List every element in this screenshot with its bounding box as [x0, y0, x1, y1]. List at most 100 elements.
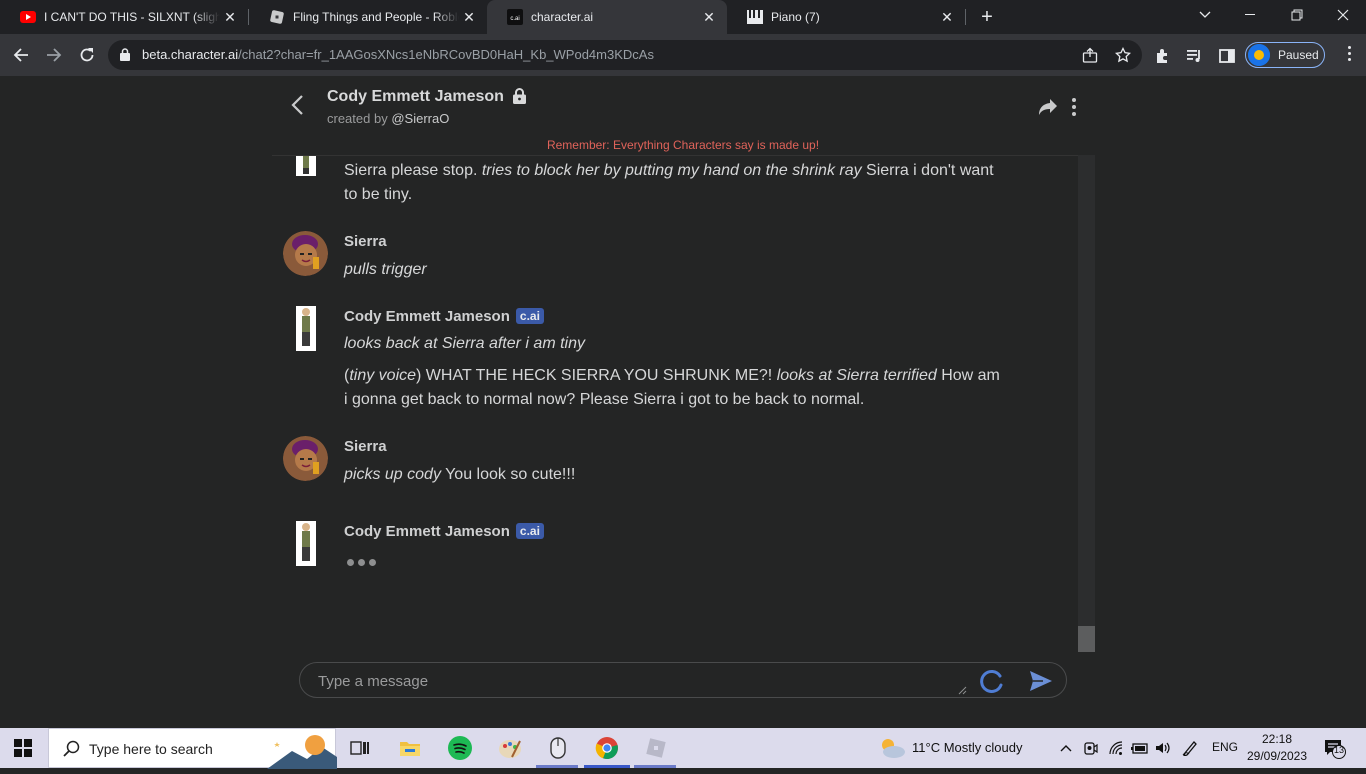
- share-icon[interactable]: [1038, 98, 1058, 116]
- more-options-icon[interactable]: [1071, 98, 1077, 116]
- action-text: picks up cody: [344, 466, 441, 483]
- url-text[interactable]: beta.character.ai/chat2?char=fr_1AAGosXN…: [142, 47, 654, 62]
- reload-icon[interactable]: [73, 41, 101, 69]
- wifi-icon[interactable]: [1108, 740, 1124, 756]
- close-window-icon[interactable]: [1320, 0, 1366, 30]
- taskbar-search[interactable]: Type here to search: [48, 728, 337, 769]
- forward-arrow-icon[interactable]: [40, 41, 68, 69]
- clock-time: 22:18: [1261, 732, 1293, 746]
- chrome-icon[interactable]: [593, 734, 621, 762]
- speech-text: Sierra please stop.: [344, 162, 482, 179]
- system-clock[interactable]: 22:18 29/09/2023: [1236, 731, 1318, 765]
- private-lock-icon: [513, 88, 527, 104]
- speech-text: You look so cute!!!: [440, 466, 576, 483]
- action-text: tiny voice: [349, 367, 417, 384]
- weather-cloudy-icon[interactable]: [878, 737, 906, 759]
- character-name[interactable]: Cody Emmett Jameson: [327, 88, 504, 106]
- sender-name: Sierra: [344, 438, 387, 455]
- extensions-puzzle-icon[interactable]: [1154, 47, 1172, 65]
- action-text: looks back at Sierra after i am tiny: [344, 335, 585, 352]
- tab-youtube[interactable]: I CAN'T DO THIS - SILXNT (slightly ✕: [0, 0, 248, 34]
- created-prefix: created by: [327, 111, 392, 126]
- notification-center-icon[interactable]: 13: [1324, 739, 1346, 759]
- sierra-avatar[interactable]: [283, 231, 328, 276]
- chat-message: Sierra please stop. tries to block her b…: [272, 156, 1078, 207]
- cody-avatar[interactable]: [296, 521, 316, 566]
- new-tab-button[interactable]: +: [975, 5, 999, 29]
- chat-messages[interactable]: Sierra please stop. tries to block her b…: [272, 155, 1078, 652]
- url-host: beta.character.ai: [142, 47, 239, 62]
- battery-icon[interactable]: [1130, 740, 1150, 756]
- restore-icon[interactable]: [1274, 0, 1320, 30]
- minimize-icon[interactable]: [1228, 0, 1274, 30]
- action-text: tries to block her by putting my hand on…: [481, 162, 862, 179]
- cai-badge: c.ai: [515, 308, 544, 324]
- profile-paused-button[interactable]: Paused: [1245, 42, 1325, 68]
- reminder-banner: Remember: Everything Characters say is m…: [546, 138, 820, 152]
- message-text: pulls trigger: [344, 258, 1004, 282]
- close-tab-icon[interactable]: ✕: [699, 7, 719, 27]
- file-explorer-icon[interactable]: [396, 734, 424, 762]
- lock-icon[interactable]: [120, 48, 130, 66]
- sender-name: Cody Emmett Jameson c.ai: [344, 523, 544, 540]
- bookmark-star-icon[interactable]: [1114, 46, 1132, 63]
- tab-search-icon[interactable]: [1182, 0, 1228, 30]
- sender-name: Cody Emmett Jameson c.ai: [344, 308, 544, 325]
- sender-name: Sierra: [344, 233, 387, 250]
- media-queue-icon[interactable]: [1186, 47, 1204, 65]
- windows-start-icon[interactable]: [14, 739, 32, 757]
- spotify-icon[interactable]: [446, 734, 474, 762]
- task-view-icon[interactable]: [346, 734, 374, 762]
- chat-message: Sierra pulls trigger: [272, 229, 1078, 284]
- chevron-up-icon[interactable]: [1058, 740, 1074, 756]
- roblox-app-icon[interactable]: [642, 734, 670, 762]
- chrome-menu-icon[interactable]: [1346, 46, 1352, 64]
- language-indicator[interactable]: ENG: [1212, 740, 1238, 754]
- svg-text:c.ai: c.ai: [510, 16, 519, 22]
- chat-message: Sierra picks up cody You look so cute!!!: [272, 434, 1078, 489]
- sierra-avatar[interactable]: [283, 436, 328, 481]
- profile-status: Paused: [1278, 48, 1319, 62]
- paint-icon[interactable]: [496, 734, 524, 762]
- creator-link[interactable]: @SierraO: [391, 111, 449, 126]
- piano-icon: [747, 9, 763, 25]
- typing-indicator: [347, 559, 376, 566]
- browser-toolbar: beta.character.ai/chat2?char=fr_1AAGosXN…: [0, 34, 1366, 76]
- sender-name-text: Cody Emmett Jameson: [344, 523, 510, 540]
- notification-count: 13: [1333, 745, 1344, 755]
- mouse-app-icon[interactable]: [544, 734, 572, 762]
- chevron-left-icon[interactable]: [290, 94, 310, 118]
- tab-separator: [965, 9, 966, 25]
- close-tab-icon[interactable]: ✕: [220, 7, 240, 27]
- message-input[interactable]: [318, 669, 938, 693]
- address-bar[interactable]: beta.character.ai/chat2?char=fr_1AAGosXN…: [108, 40, 1142, 70]
- send-icon[interactable]: [1029, 670, 1053, 692]
- tab-characterai[interactable]: c.ai character.ai ✕: [487, 0, 727, 34]
- side-panel-icon[interactable]: [1218, 47, 1236, 65]
- tab-title: character.ai: [531, 10, 594, 24]
- url-path: /chat2?char=fr_1AAGosXNcs1eNbRCovBD0HaH_…: [238, 47, 654, 62]
- tab-piano[interactable]: Piano (7) ✕: [727, 0, 965, 34]
- search-placeholder: Type here to search: [89, 741, 213, 757]
- cody-avatar[interactable]: [296, 306, 316, 351]
- close-tab-icon[interactable]: ✕: [459, 7, 479, 27]
- volume-icon[interactable]: [1155, 740, 1171, 756]
- pen-icon[interactable]: [1182, 740, 1198, 758]
- loading-spinner-icon: [979, 668, 1005, 694]
- scrollbar-thumb[interactable]: [1078, 626, 1095, 652]
- chat-scrollbar[interactable]: [1078, 155, 1095, 652]
- page: Cody Emmett Jameson created by @SierraO …: [0, 76, 1366, 728]
- close-tab-icon[interactable]: ✕: [937, 7, 957, 27]
- back-arrow-icon[interactable]: [7, 41, 35, 69]
- chat-header: Cody Emmett Jameson created by @SierraO: [272, 76, 1094, 138]
- message-text: Sierra please stop. tries to block her b…: [344, 159, 1004, 207]
- tab-roblox[interactable]: Fling Things and People - Roblox ✕: [249, 0, 487, 34]
- share-page-icon[interactable]: [1082, 47, 1098, 63]
- resize-grip-icon[interactable]: [957, 682, 967, 695]
- weather-text[interactable]: 11°C Mostly cloudy: [912, 740, 1022, 755]
- tab-title: I CAN'T DO THIS - SILXNT (slightly: [44, 10, 220, 24]
- youtube-icon: [20, 9, 36, 25]
- meet-now-icon[interactable]: [1083, 740, 1099, 756]
- message-text: (tiny voice) WHAT THE HECK SIERRA YOU SH…: [344, 364, 1004, 412]
- cody-avatar[interactable]: [296, 156, 316, 176]
